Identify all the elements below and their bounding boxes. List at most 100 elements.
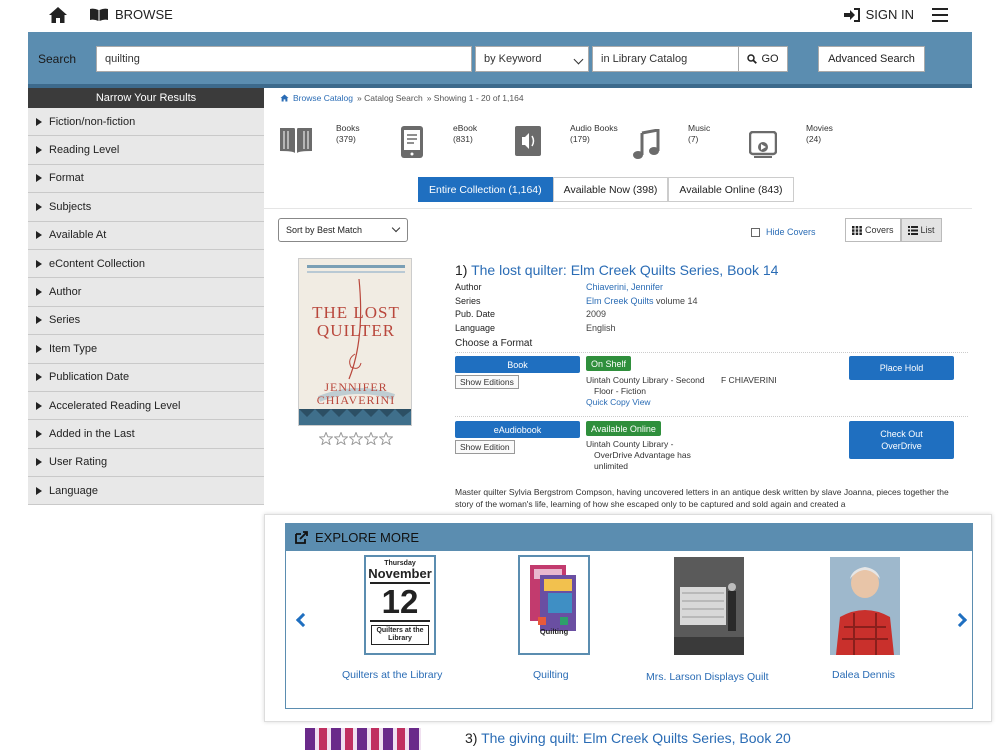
cover-title-line2: QUILTER [316, 321, 396, 340]
show-editions-button[interactable]: Show Editions [455, 375, 519, 389]
facet-item-type[interactable]: Item Type [28, 335, 264, 364]
tab-available-now[interactable]: Available Now (398) [552, 177, 669, 202]
dalea-dennis-photo[interactable] [830, 557, 900, 655]
explore-item-dalea-dennis[interactable]: Dalea Dennis [832, 669, 895, 681]
advanced-search-button[interactable]: Advanced Search [818, 46, 925, 72]
go-button[interactable]: GO [738, 46, 788, 72]
facet-label: Publication Date [49, 371, 130, 384]
check-out-overdrive-button[interactable]: Check Out OverDrive [849, 421, 954, 459]
facet-label: Fiction/non-fiction [49, 115, 136, 128]
hide-covers-checkbox[interactable] [751, 227, 760, 237]
hide-covers-toggle[interactable]: Hide Covers [751, 227, 816, 237]
open-book-icon [90, 8, 108, 21]
chevron-left-icon[interactable] [295, 612, 311, 628]
result-description: Master quilter Sylvia Bergstrom Compson,… [455, 487, 949, 509]
audiobook-icon[interactable] [514, 125, 542, 157]
format-count: (379) [336, 134, 356, 144]
tab-entire-collection[interactable]: Entire Collection (1,164) [418, 177, 553, 202]
facet-author[interactable]: Author [28, 278, 264, 307]
breadcrumb-browse-catalog[interactable]: Browse Catalog [293, 93, 353, 103]
format-row-book: Book Show Editions On Shelf Uintah Count… [455, 352, 968, 415]
result-title: 1) The lost quilter: Elm Creek Quilts Se… [455, 262, 778, 278]
mrs-larson-photo[interactable] [674, 557, 744, 655]
facet-series[interactable]: Series [28, 306, 264, 336]
book-cover[interactable]: THE LOST QUILTER JENNIFER CHIAVERINI [298, 258, 412, 426]
caret-right-icon [36, 401, 42, 410]
sort-select[interactable]: Sort by Best Match [278, 218, 408, 242]
facet-econtent-collection[interactable]: eContent Collection [28, 249, 264, 279]
facet-user-rating[interactable]: User Rating [28, 448, 264, 478]
series-label: Series [455, 295, 481, 306]
series-volume: volume 14 [656, 295, 698, 306]
chevron-right-icon[interactable] [952, 612, 968, 628]
star-rating[interactable] [319, 432, 393, 445]
choose-format-label: Choose a Format [455, 338, 533, 349]
star-icon [364, 432, 378, 445]
facet-label: Added in the Last [49, 427, 135, 440]
home-icon [280, 94, 289, 102]
facet-available-at[interactable]: Available At [28, 221, 264, 250]
facet-publication-date[interactable]: Publication Date [28, 363, 264, 392]
sign-in-link[interactable]: SIGN IN [843, 7, 914, 22]
format-book-button[interactable]: Book [455, 356, 580, 373]
calendar-event: Quilters at the Library [371, 625, 429, 645]
format-eaudiobook-button[interactable]: eAudiobook [455, 421, 580, 438]
facet-label: Language [49, 484, 98, 497]
facet-accelerated-reading-level[interactable]: Accelerated Reading Level [28, 391, 264, 421]
result-title-link[interactable]: The giving quilt: Elm Creek Quilts Serie… [481, 730, 791, 746]
status-badge: Available Online [586, 421, 661, 436]
format-music[interactable]: Music (7) [688, 123, 710, 145]
format-name: Music [688, 123, 711, 133]
format-count: (179) [570, 134, 590, 144]
quilting-cover[interactable]: Quilting [518, 555, 590, 655]
format-audio-books[interactable]: Audio Books (179) [570, 123, 618, 145]
explore-item-quilting[interactable]: Quilting [533, 669, 569, 681]
music-icon[interactable] [632, 129, 660, 161]
list-view-button[interactable]: List [900, 218, 942, 242]
browse-label: BROWSE [115, 7, 173, 22]
facet-fiction-nonfiction[interactable]: Fiction/non-fiction [28, 108, 264, 137]
facet-subjects[interactable]: Subjects [28, 193, 264, 222]
movie-icon[interactable] [749, 131, 777, 159]
book-icon[interactable] [278, 125, 314, 155]
calendar-date: 12 [370, 582, 430, 622]
format-movies[interactable]: Movies (24) [806, 123, 833, 145]
covers-view-button[interactable]: Covers [845, 218, 901, 242]
author-label: Author [455, 282, 482, 292]
ebook-icon[interactable] [400, 125, 424, 159]
search-by-select[interactable]: by Keyword [475, 46, 589, 72]
star-icon [319, 432, 333, 445]
series-link[interactable]: Elm Creek Quilts [586, 296, 654, 306]
star-icon [379, 432, 393, 445]
place-hold-button[interactable]: Place Hold [849, 356, 954, 380]
facet-added-in-the-last[interactable]: Added in the Last [28, 420, 264, 449]
format-ebook[interactable]: eBook (831) [453, 123, 477, 145]
caret-right-icon [36, 146, 42, 155]
language-label: Language [455, 322, 496, 333]
explore-item-mrs-larson[interactable]: Mrs. Larson Displays Quilt [646, 671, 769, 683]
explore-item-quilters-at-library[interactable]: Quilters at the Library [342, 669, 442, 681]
hamburger-menu-icon[interactable] [932, 8, 948, 22]
quick-copy-view-link[interactable]: Quick Copy View [586, 397, 651, 407]
facet-label: Series [49, 314, 81, 327]
author-link[interactable]: Chiaverini, Jennifer [586, 282, 663, 292]
tab-available-online[interactable]: Available Online (843) [668, 177, 794, 202]
format-name: eBook [453, 123, 478, 133]
search-input[interactable]: quilting [96, 46, 472, 72]
book-cover[interactable] [305, 728, 421, 750]
show-edition-button[interactable]: Show Edition [455, 440, 515, 454]
event-calendar-card[interactable]: Thursday November 12 Quilters at the Lib… [364, 555, 436, 655]
facet-label: User Rating [49, 456, 108, 469]
browse-link[interactable]: BROWSE [89, 7, 173, 22]
format-books[interactable]: Books (379) [336, 123, 360, 145]
facet-label: Item Type [49, 342, 98, 355]
result-title-link[interactable]: The lost quilter: Elm Creek Quilts Serie… [471, 262, 778, 278]
call-number: F CHIAVERINI [721, 375, 777, 385]
search-bar: Search quilting by Keyword in Library Ca… [28, 32, 972, 88]
explore-more-panel: EXPLORE MORE Thursday November 12 Quilte… [264, 514, 992, 722]
facet-label: eContent Collection [49, 257, 146, 270]
home-icon[interactable] [48, 6, 68, 24]
facet-format[interactable]: Format [28, 164, 264, 194]
facet-reading-level[interactable]: Reading Level [28, 136, 264, 165]
facet-language[interactable]: Language [28, 477, 264, 506]
